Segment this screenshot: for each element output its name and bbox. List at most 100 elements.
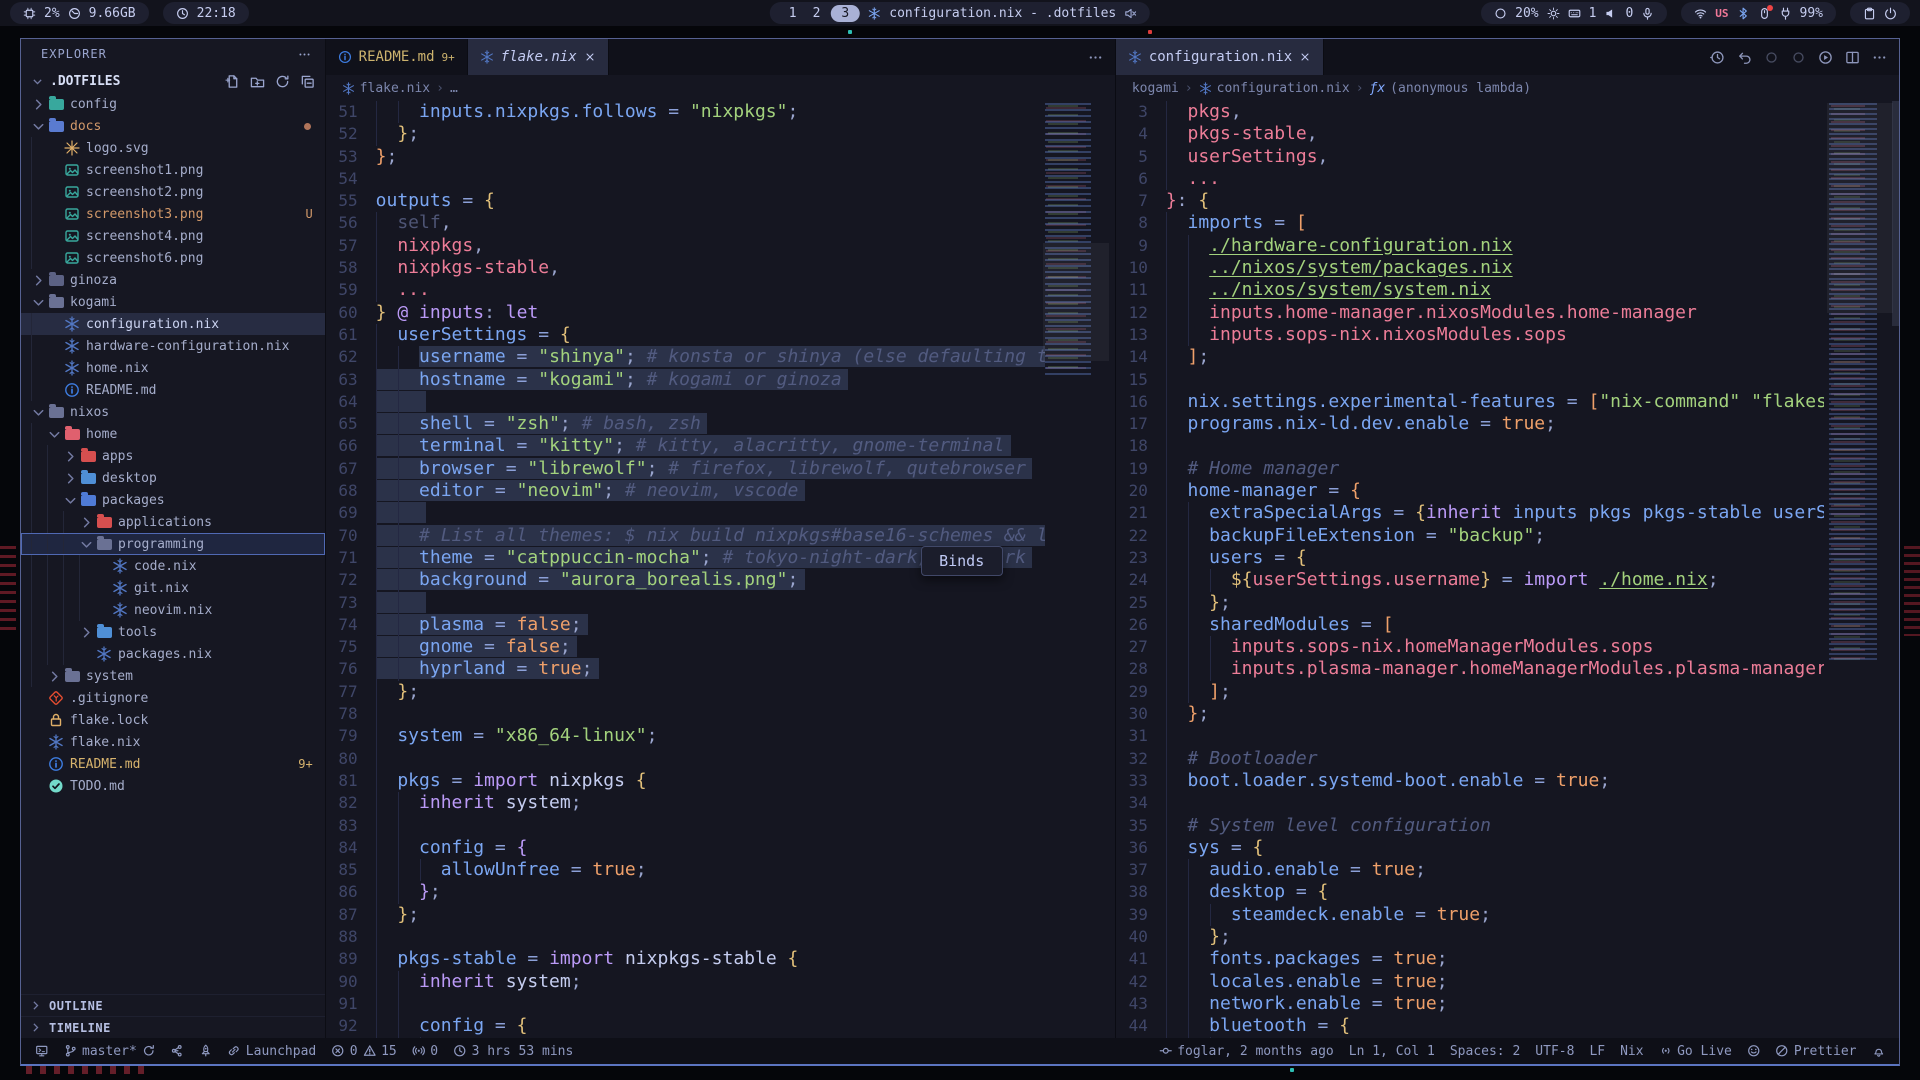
tree-item-flake.lock[interactable]: flake.lock xyxy=(21,709,325,731)
timeline-section[interactable]: TIMELINE xyxy=(21,1016,325,1038)
tree-item-screenshot4.png[interactable]: screenshot4.png xyxy=(21,225,325,247)
statusbar-prettier[interactable]: Prettier xyxy=(1775,1044,1856,1059)
tree-item-home[interactable]: home xyxy=(21,423,325,445)
more-actions-icon[interactable] xyxy=(1872,50,1887,65)
statusbar-notifications[interactable] xyxy=(1872,1044,1886,1058)
statusbar-indentation[interactable]: Spaces: 2 xyxy=(1450,1044,1520,1059)
tree-item-system[interactable]: system xyxy=(21,665,325,687)
tree-item-todo.md[interactable]: TODO.md xyxy=(21,775,325,797)
tree-item-tools[interactable]: tools xyxy=(21,621,325,643)
breadcrumbs-right[interactable]: kogami›configuration.nix›ƒx(anonymous la… xyxy=(1116,75,1899,101)
breadcrumb-item[interactable]: kogami xyxy=(1132,81,1179,96)
tree-item-readme.md[interactable]: README.md xyxy=(21,379,325,401)
close-tab-icon[interactable] xyxy=(1299,51,1311,63)
minimap-slider[interactable] xyxy=(1827,103,1893,313)
statusbar-encoding[interactable]: UTF-8 xyxy=(1535,1044,1574,1059)
statusbar-ports[interactable]: 0 xyxy=(412,1044,438,1059)
workspace-button-3[interactable]: 3 xyxy=(830,5,860,22)
scrollbar[interactable] xyxy=(1892,101,1899,326)
editor-flake-nix[interactable]: 51 inputs.nixpkgs.follows = "nixpkgs";52… xyxy=(326,101,1115,1038)
nix-icon xyxy=(64,316,80,332)
new-folder-icon[interactable] xyxy=(250,74,265,89)
statusbar-problems[interactable]: 015 xyxy=(331,1044,396,1059)
connectivity-widget[interactable]: US 99% xyxy=(1681,2,1836,24)
timeline-icon[interactable] xyxy=(1710,50,1725,65)
tree-item-screenshot1.png[interactable]: screenshot1.png xyxy=(21,159,325,181)
statusbar-blame[interactable]: foglar, 2 months ago xyxy=(1159,1044,1334,1059)
tree-item-home.nix[interactable]: home.nix xyxy=(21,357,325,379)
tree-item-screenshot2.png[interactable]: screenshot2.png xyxy=(21,181,325,203)
editor-configuration-nix[interactable]: 3 pkgs,4 pkgs-stable,5 userSettings,6 ..… xyxy=(1116,101,1899,1038)
tree-item-desktop[interactable]: desktop xyxy=(21,467,325,489)
workspace-root-row[interactable]: .DOTFILES xyxy=(21,69,325,93)
code-line-41: 41 fonts.packages = true; xyxy=(1116,948,1824,970)
statusbar-launchpad[interactable]: Launchpad xyxy=(227,1044,316,1059)
breadcrumb-item[interactable]: configuration.nix xyxy=(1199,81,1350,96)
code-line-5: 5 userSettings, xyxy=(1116,146,1824,168)
breadcrumbs-left[interactable]: flake.nix›… xyxy=(326,75,1115,101)
tab-configuration.nix[interactable]: configuration.nix xyxy=(1116,39,1324,75)
statusbar-git-graph[interactable] xyxy=(170,1044,184,1058)
workspace-button-2[interactable]: 2 xyxy=(807,6,827,21)
tree-item-kogami[interactable]: kogami xyxy=(21,291,325,313)
brightness-volume-widget[interactable]: 20% 1 0 xyxy=(1481,2,1667,24)
minimap[interactable] xyxy=(1045,103,1107,375)
statusbar-git-branch[interactable]: master* xyxy=(64,1044,156,1059)
clipboard-icon xyxy=(1863,7,1876,20)
tree-item-programming[interactable]: programming xyxy=(21,533,325,555)
close-tab-icon[interactable] xyxy=(584,51,596,63)
tree-item-git.nix[interactable]: git.nix xyxy=(21,577,325,599)
run-file-icon[interactable] xyxy=(1818,50,1833,65)
tab-flake.nix[interactable]: flake.nix xyxy=(468,39,609,75)
statusbar-emoji[interactable] xyxy=(1747,1044,1761,1058)
tab-readme.md[interactable]: README.md9+ xyxy=(326,39,468,75)
prev-change-icon[interactable] xyxy=(1764,50,1779,65)
tree-item-screenshot6.png[interactable]: screenshot6.png xyxy=(21,247,325,269)
tree-item-hardware-configuration.nix[interactable]: hardware-configuration.nix xyxy=(21,335,325,357)
statusbar-go-live[interactable]: Go Live xyxy=(1659,1044,1732,1059)
new-file-icon[interactable] xyxy=(225,74,240,89)
statusbar-cursor-position[interactable]: Ln 1, Col 1 xyxy=(1349,1044,1435,1059)
power-widget[interactable] xyxy=(1850,2,1910,24)
tree-item-packages[interactable]: packages xyxy=(21,489,325,511)
tree-item-code.nix[interactable]: code.nix xyxy=(21,555,325,577)
next-change-icon[interactable] xyxy=(1791,50,1806,65)
more-actions-icon[interactable] xyxy=(298,48,311,61)
tree-item-.gitignore[interactable]: .gitignore xyxy=(21,687,325,709)
breadcrumb-item[interactable]: flake.nix xyxy=(342,81,430,96)
collapse-folders-icon[interactable] xyxy=(300,74,315,89)
tree-item-config[interactable]: config xyxy=(21,93,325,115)
discard-icon[interactable] xyxy=(1737,50,1752,65)
code-area[interactable]: 3 pkgs,4 pkgs-stable,5 userSettings,6 ..… xyxy=(1116,101,1824,1038)
tree-item-packages.nix[interactable]: packages.nix xyxy=(21,643,325,665)
statusbar-time-tracker[interactable]: 3 hrs 53 mins xyxy=(453,1044,573,1059)
minimap-slider[interactable] xyxy=(1043,243,1109,361)
workspace-button-1[interactable]: 1 xyxy=(783,6,803,21)
split-editor-icon[interactable] xyxy=(1845,50,1860,65)
tree-item-nixos[interactable]: nixos xyxy=(21,401,325,423)
clock-widget[interactable]: 22:18 xyxy=(163,2,249,24)
mute-icon[interactable] xyxy=(1124,7,1137,20)
tree-item-docs[interactable]: docs xyxy=(21,115,325,137)
statusbar-language-mode[interactable]: Nix xyxy=(1620,1044,1643,1059)
statusbar-remote-window[interactable] xyxy=(35,1044,49,1058)
system-stats-widget[interactable]: 2% 9.66GB xyxy=(10,2,149,24)
tree-item-applications[interactable]: applications xyxy=(21,511,325,533)
code-line-30: 30 }; xyxy=(1116,703,1824,725)
tree-item-screenshot3.png[interactable]: screenshot3.pngU xyxy=(21,203,325,225)
tree-item-configuration.nix[interactable]: configuration.nix xyxy=(21,313,325,335)
tree-item-neovim.nix[interactable]: neovim.nix xyxy=(21,599,325,621)
tree-item-readme.md[interactable]: README.md9+ xyxy=(21,753,325,775)
breadcrumb-item[interactable]: ƒx(anonymous lambda) xyxy=(1370,81,1532,96)
tree-item-apps[interactable]: apps xyxy=(21,445,325,467)
tree-item-logo.svg[interactable]: logo.svg xyxy=(21,137,325,159)
breadcrumb-item[interactable]: … xyxy=(450,81,458,96)
statusbar-rocket[interactable] xyxy=(199,1044,213,1058)
more-actions-icon[interactable] xyxy=(1088,50,1103,65)
tree-item-flake.nix[interactable]: flake.nix xyxy=(21,731,325,753)
tree-item-ginoza[interactable]: ginoza xyxy=(21,269,325,291)
statusbar-eol[interactable]: LF xyxy=(1589,1044,1605,1059)
refresh-explorer-icon[interactable] xyxy=(275,74,290,89)
outline-section[interactable]: OUTLINE xyxy=(21,994,325,1016)
minimap[interactable] xyxy=(1829,103,1891,663)
